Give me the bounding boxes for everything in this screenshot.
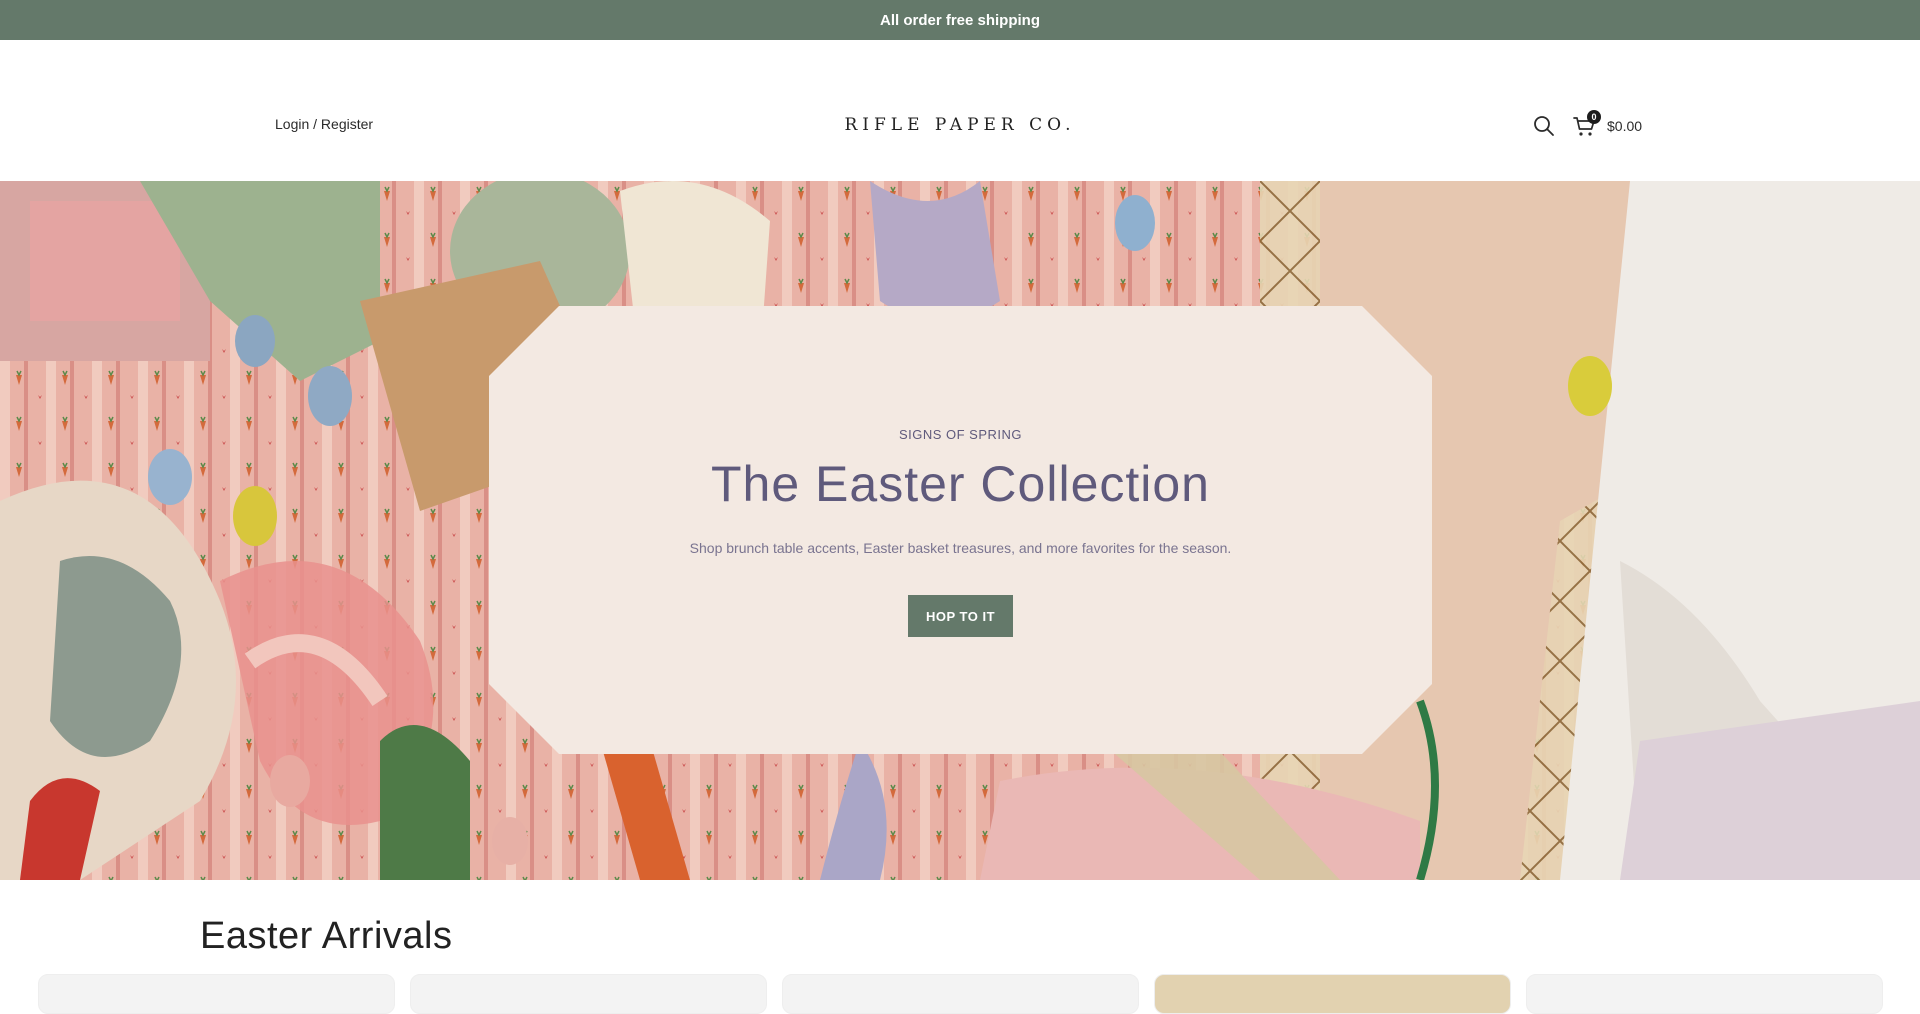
- cart-total: $0.00: [1607, 118, 1643, 134]
- cart-count-badge: 0: [1587, 110, 1601, 124]
- section-title: Easter Arrivals: [200, 915, 453, 957]
- cart-icon: 0: [1573, 110, 1601, 138]
- hero-eyebrow: SIGNS OF SPRING: [898, 427, 1023, 442]
- hero-panel: SIGNS OF SPRING The Easter Collection Sh…: [489, 306, 1432, 754]
- announcement-bar: All order free shipping: [0, 0, 1920, 40]
- product-card[interactable]: [38, 974, 395, 1014]
- hop-to-it-button[interactable]: HOP TO IT: [908, 595, 1013, 637]
- hero-banner: SIGNS OF SPRING The Easter Collection Sh…: [0, 181, 1920, 880]
- announcement-text: All order free shipping: [879, 11, 1041, 29]
- hero-title: The Easter Collection: [710, 456, 1210, 512]
- cart-button[interactable]: 0 $0.00: [1573, 110, 1643, 139]
- site-header: Login / Register RIFLE PAPER CO. 0 $0.00…: [0, 40, 1920, 202]
- product-carousel: [38, 974, 1898, 1014]
- product-card[interactable]: [1154, 974, 1511, 1014]
- product-card[interactable]: [782, 974, 1139, 1014]
- product-card[interactable]: [1526, 974, 1883, 1014]
- product-card[interactable]: [410, 974, 767, 1014]
- hero-subtitle: Shop brunch table accents, Easter basket…: [689, 540, 1232, 556]
- search-icon[interactable]: [1533, 115, 1555, 137]
